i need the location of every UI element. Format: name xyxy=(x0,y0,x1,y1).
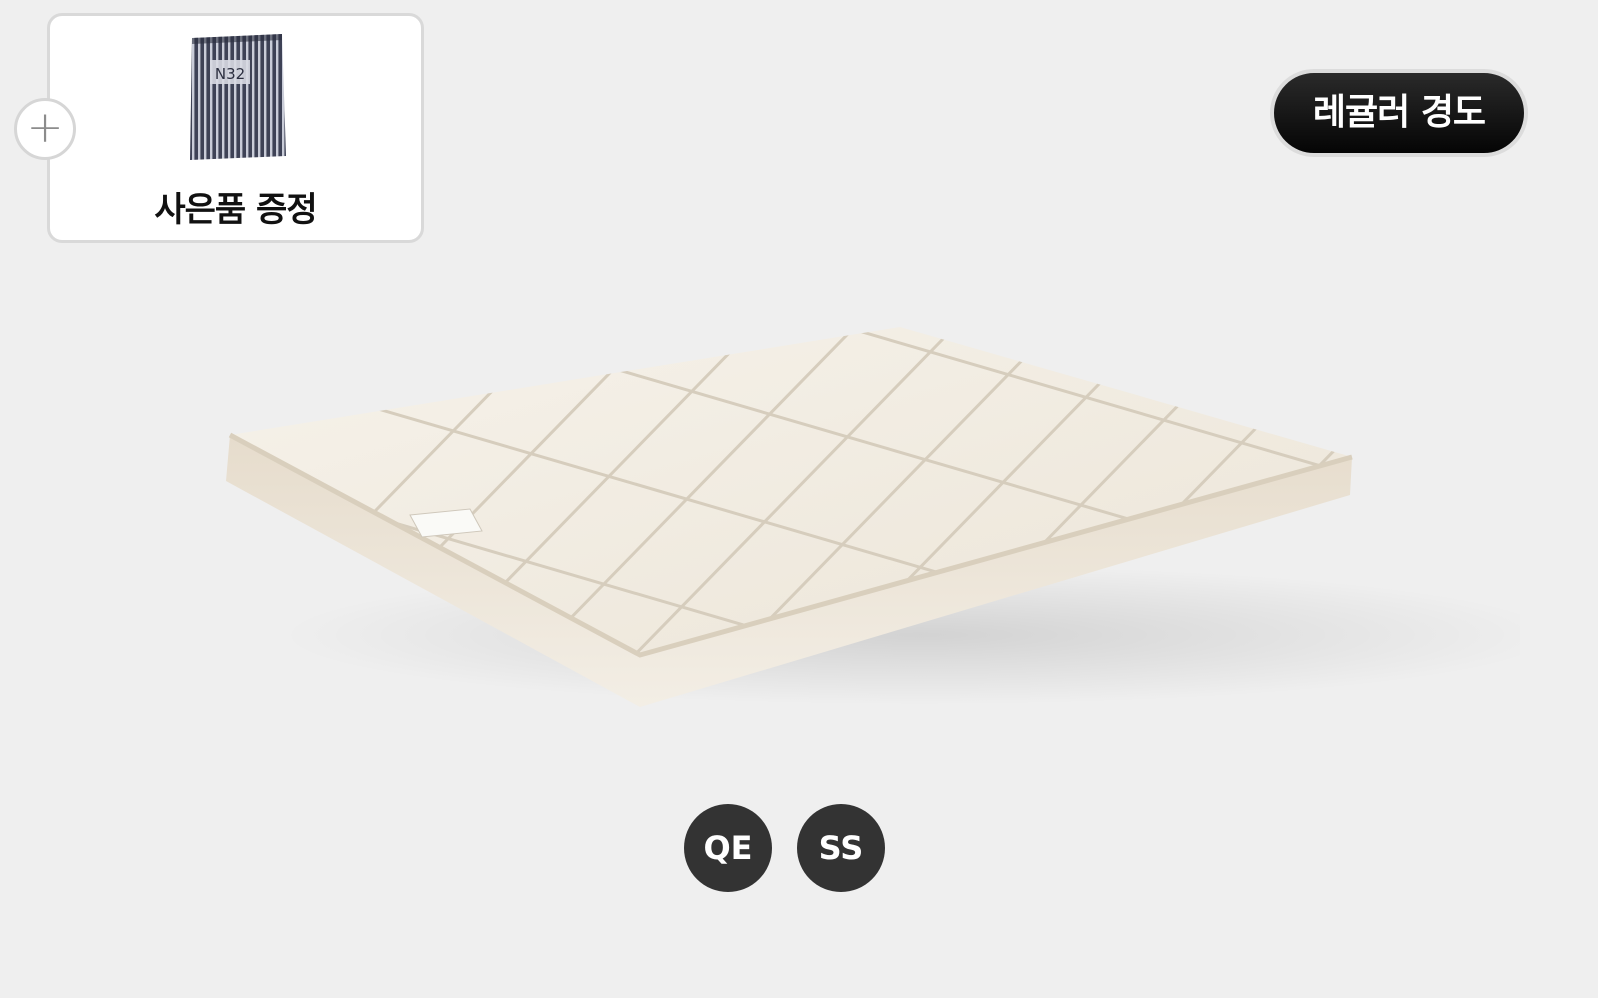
mattress-product-image xyxy=(226,327,1520,707)
gift-label: 사은품 증정 xyxy=(154,190,317,230)
gift-card[interactable]: N32 사은품 증정 xyxy=(47,13,424,243)
size-option-qe[interactable]: QE xyxy=(684,804,772,892)
gift-package-image: N32 xyxy=(190,34,286,160)
gift-package-brand: N32 xyxy=(215,65,245,83)
firmness-badge: 레귤러 경도 xyxy=(1270,69,1528,157)
size-option-ss[interactable]: SS xyxy=(797,804,885,892)
add-gift-plus-icon[interactable]: + xyxy=(14,98,76,160)
